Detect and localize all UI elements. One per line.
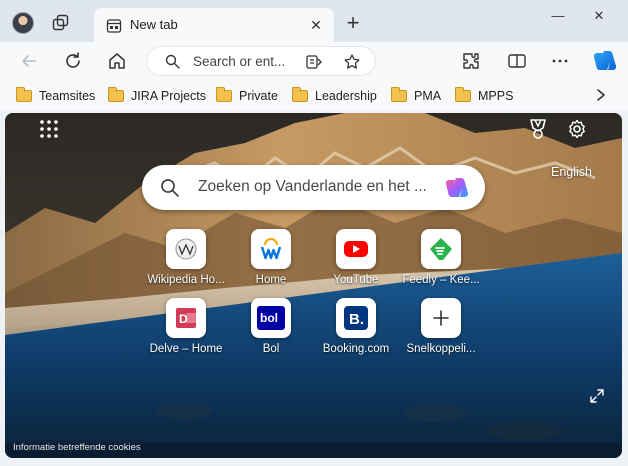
chevron-right-icon[interactable] (594, 86, 608, 104)
booking-icon: B. (336, 298, 376, 338)
cookies-info-link[interactable]: Informatie betreffende cookies (13, 442, 141, 453)
search-icon (165, 54, 180, 69)
workspaces-icon[interactable] (52, 14, 70, 32)
add-shortcut-button[interactable]: Snelkoppeli... (396, 298, 486, 368)
quick-link-feedly[interactable]: Feedly – Kee... (396, 229, 486, 299)
search-icon (161, 179, 179, 197)
favorite-folder-pma[interactable]: PMA (391, 87, 441, 105)
new-tab-button[interactable]: + (343, 12, 363, 34)
copilot-icon[interactable] (592, 48, 618, 74)
more-menu-icon[interactable] (549, 50, 571, 72)
search-input[interactable]: Zoeken op Vanderlande en het ... (198, 178, 438, 196)
favorite-folder-mpps[interactable]: MPPS (455, 87, 513, 105)
settings-gear-icon[interactable] (566, 118, 588, 140)
quick-link-delve[interactable]: D Delve – Home (141, 298, 231, 368)
favorite-label: Teamsites (39, 89, 96, 103)
favorite-folder-jira-projects[interactable]: JIRA Projects (108, 87, 206, 105)
favorite-folder-teamsites[interactable]: Teamsites (16, 87, 95, 105)
folder-icon (292, 87, 308, 102)
folder-icon (16, 87, 32, 102)
refresh-icon[interactable] (62, 50, 84, 72)
address-input[interactable]: Search or ent... (193, 54, 293, 69)
address-bar[interactable]: Search or ent... (146, 46, 376, 76)
tile-label: Bol (262, 343, 280, 355)
favorite-label: Leadership (315, 89, 377, 103)
quick-link-wikipedia[interactable]: Wikipedia Ho... (141, 229, 231, 299)
tile-label: Wikipedia Ho... (147, 274, 225, 286)
apps-grid-icon[interactable] (39, 119, 59, 139)
favorite-label: PMA (414, 89, 442, 103)
favorite-label: MPPS (478, 89, 514, 103)
svg-text:D: D (179, 312, 188, 326)
language-link[interactable]: English (551, 165, 592, 179)
youtube-icon (336, 229, 376, 269)
tile-label: Home (255, 274, 287, 286)
tab-close-icon[interactable]: ✕ (308, 17, 324, 33)
profile-avatar[interactable] (12, 12, 34, 34)
svg-text:bol: bol (260, 311, 278, 325)
tab-strip: New tab ✕ + — ✕ (0, 0, 628, 42)
rewards-trophy-icon[interactable] (527, 118, 549, 140)
reader-view-icon[interactable] (305, 53, 323, 71)
tile-label: Delve – Home (149, 343, 223, 355)
tab-new-tab[interactable]: New tab ✕ (94, 8, 334, 42)
svg-text:B.: B. (349, 311, 364, 328)
tab-title: New tab (130, 17, 178, 32)
add-shortcut-icon (421, 298, 461, 338)
new-tab-page-icon (106, 19, 122, 33)
new-tab-page: English Zoeken op Vanderlande en het ...… (5, 113, 622, 458)
home-icon[interactable] (106, 50, 128, 72)
favorites-bar: Teamsites JIRA Projects Private Leadersh… (0, 80, 628, 110)
tile-label: YouTube (333, 274, 379, 286)
folder-icon (455, 87, 471, 102)
workday-icon (251, 229, 291, 269)
quick-link-youtube[interactable]: YouTube (311, 229, 401, 299)
favorite-label: JIRA Projects (131, 89, 207, 103)
favorite-star-icon[interactable] (343, 53, 361, 71)
folder-icon (216, 87, 232, 102)
favorite-folder-private[interactable]: Private (216, 87, 278, 105)
expand-icon[interactable] (589, 388, 605, 404)
quick-link-booking[interactable]: B. Booking.com (311, 298, 401, 368)
web-search-box[interactable]: Zoeken op Vanderlande en het ... (142, 165, 485, 210)
close-window-icon[interactable]: ✕ (587, 8, 611, 28)
copilot-search-icon[interactable] (444, 175, 470, 201)
tile-label: Booking.com (322, 343, 390, 355)
favorite-folder-leadership[interactable]: Leadership (292, 87, 377, 105)
wikipedia-icon (166, 229, 206, 269)
bol-icon: bol (251, 298, 291, 338)
delve-icon: D (166, 298, 206, 338)
feedly-icon (421, 229, 461, 269)
favorite-label: Private (239, 89, 278, 103)
extensions-icon[interactable] (460, 50, 482, 72)
minimize-icon[interactable]: — (546, 8, 570, 28)
split-screen-icon[interactable] (506, 50, 528, 72)
tile-label: Snelkoppeli... (406, 343, 476, 355)
quick-link-bol[interactable]: bol Bol (226, 298, 316, 368)
folder-icon (108, 87, 124, 102)
folder-icon (391, 87, 407, 102)
toolbar: Search or ent... (0, 42, 628, 80)
back-icon[interactable] (18, 50, 40, 72)
tile-label: Feedly – Kee... (402, 274, 480, 286)
quick-link-home[interactable]: Home (226, 229, 316, 299)
